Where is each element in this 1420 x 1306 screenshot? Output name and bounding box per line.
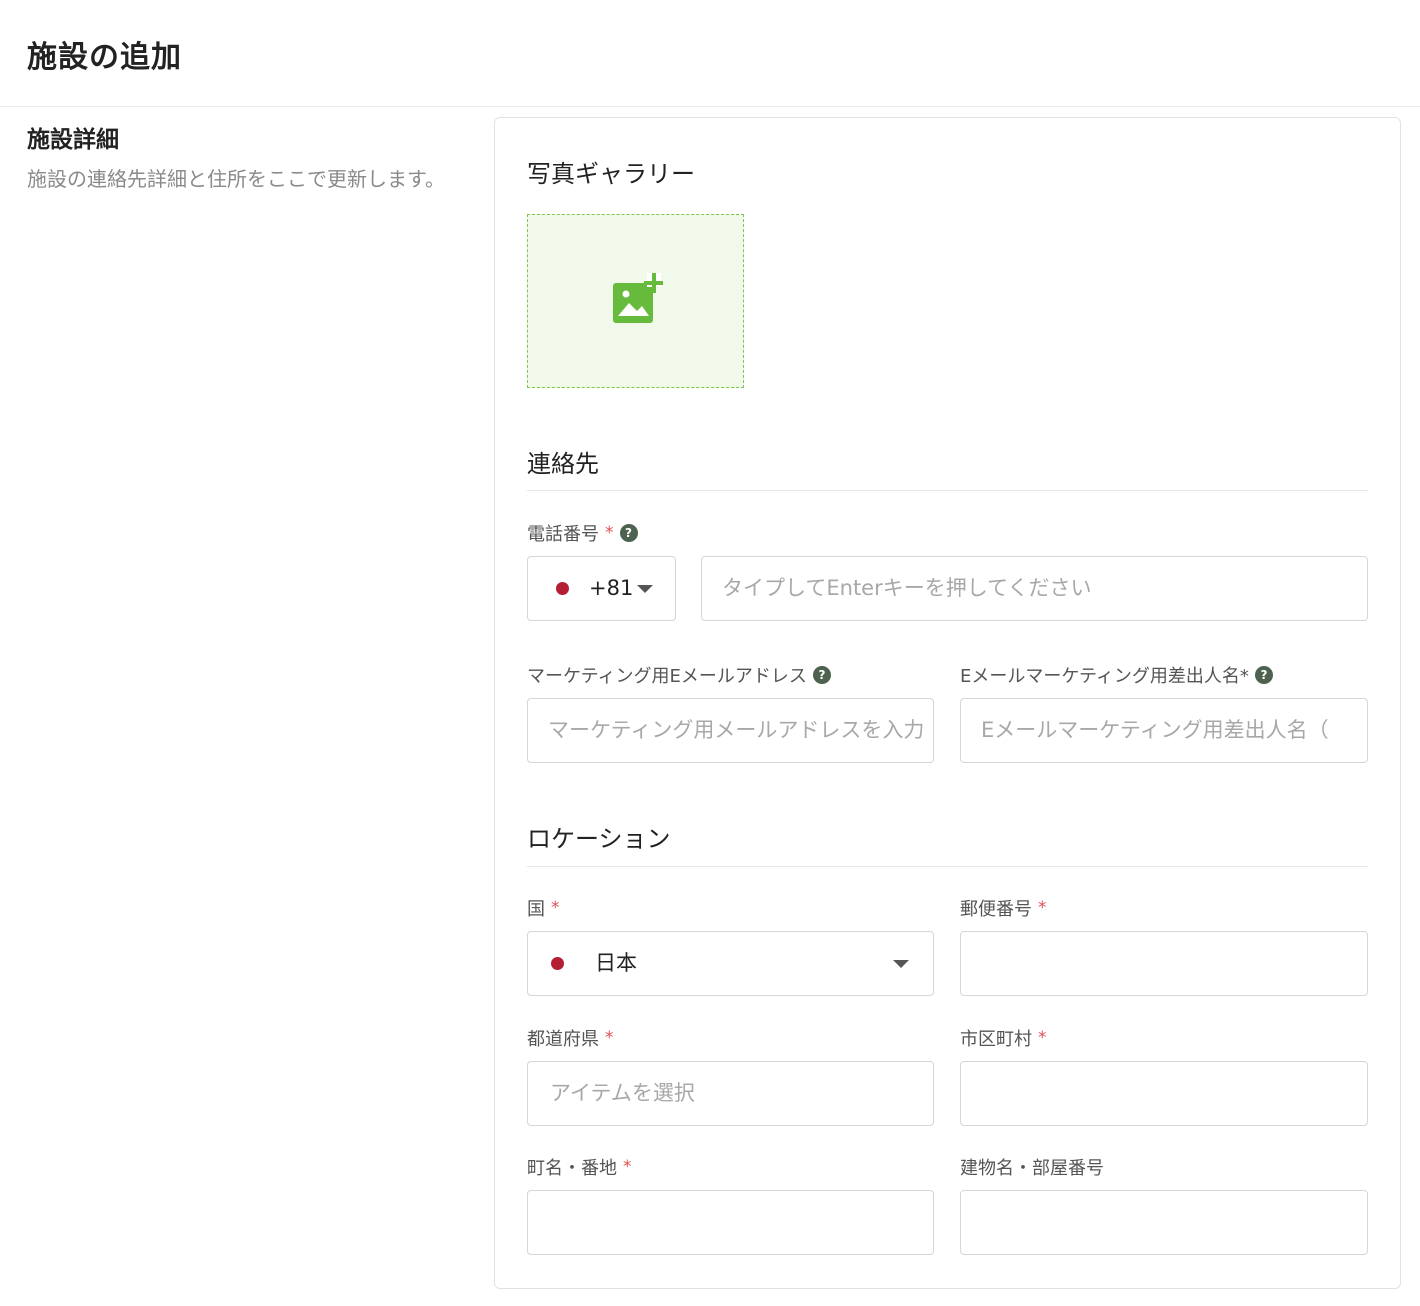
japan-flag-icon bbox=[556, 582, 569, 595]
building-label: 建物名・部屋番号 bbox=[960, 1154, 1104, 1180]
page-header: 施設の追加 bbox=[0, 0, 1420, 107]
required-mark: * bbox=[623, 1157, 632, 1177]
help-icon[interactable]: ? bbox=[1254, 666, 1273, 684]
marketing-email-label: マーケティング用Eメールアドレス ? bbox=[527, 662, 831, 688]
city-label: 市区町村 * bbox=[960, 1025, 1047, 1051]
prefecture-label-text: 都道府県 bbox=[527, 1029, 599, 1050]
phone-input[interactable]: タイプしてEnterキーを押してください bbox=[701, 556, 1368, 621]
divider bbox=[527, 866, 1368, 867]
street-label: 町名・番地 * bbox=[527, 1154, 632, 1180]
contact-section-title: 連絡先 bbox=[527, 450, 599, 478]
section-description: 施設の連絡先詳細と住所をここで更新します。 bbox=[27, 167, 445, 191]
location-section-title: ロケーション bbox=[527, 825, 671, 853]
phone-label-text: 電話番号 bbox=[527, 524, 599, 545]
street-input[interactable] bbox=[527, 1190, 934, 1255]
sender-name-label: Eメールマーケティング用差出人名* ? bbox=[960, 662, 1273, 688]
city-input[interactable] bbox=[960, 1061, 1368, 1126]
add-photo-icon bbox=[613, 273, 663, 323]
marketing-email-input[interactable]: マーケティング用メールアドレスを入力 bbox=[527, 698, 934, 763]
help-icon[interactable]: ? bbox=[619, 524, 638, 542]
required-mark: * bbox=[1038, 898, 1047, 918]
postal-code-label-text: 郵便番号 bbox=[960, 899, 1032, 920]
building-label-text: 建物名・部屋番号 bbox=[960, 1158, 1104, 1179]
prefecture-select[interactable]: アイテムを選択 bbox=[527, 1061, 934, 1126]
country-label-text: 国 bbox=[527, 899, 545, 920]
chevron-down-icon bbox=[893, 960, 909, 968]
gallery-title: 写真ギャラリー bbox=[527, 160, 695, 188]
sender-name-placeholder: Eメールマーケティング用差出人名（ bbox=[981, 718, 1329, 742]
section-heading: 施設詳細 bbox=[27, 127, 119, 153]
postal-code-label: 郵便番号 * bbox=[960, 895, 1047, 921]
sender-name-input[interactable]: Eメールマーケティング用差出人名（ bbox=[960, 698, 1368, 763]
phone-label: 電話番号 * ? bbox=[527, 520, 638, 546]
country-code-select[interactable]: +81 bbox=[527, 556, 676, 621]
postal-code-input[interactable] bbox=[960, 931, 1368, 996]
facility-form-card: 写真ギャラリー 連絡先 電話番号 * ? +81 タイプしてEnterキーを押し… bbox=[494, 117, 1401, 1289]
chevron-down-icon bbox=[637, 585, 653, 593]
required-mark: * bbox=[605, 1028, 614, 1048]
help-icon[interactable]: ? bbox=[812, 666, 831, 684]
required-mark: * bbox=[551, 898, 560, 918]
divider bbox=[527, 490, 1368, 491]
side-panel: 施設詳細 施設の連絡先詳細と住所をここで更新します。 bbox=[27, 120, 467, 197]
required-mark: * bbox=[1038, 1028, 1047, 1048]
country-select[interactable]: 日本 bbox=[527, 931, 934, 996]
japan-flag-icon bbox=[551, 957, 564, 970]
prefecture-placeholder: アイテムを選択 bbox=[550, 1081, 695, 1105]
marketing-email-placeholder: マーケティング用メールアドレスを入力 bbox=[548, 718, 923, 742]
required-mark: * bbox=[605, 523, 614, 543]
city-label-text: 市区町村 bbox=[960, 1029, 1032, 1050]
street-label-text: 町名・番地 bbox=[527, 1158, 617, 1179]
country-code-value: +81 bbox=[589, 576, 634, 600]
building-input[interactable] bbox=[960, 1190, 1368, 1255]
country-label: 国 * bbox=[527, 895, 560, 921]
marketing-email-label-text: マーケティング用Eメールアドレス bbox=[527, 666, 807, 687]
sender-name-label-text: Eメールマーケティング用差出人名* bbox=[960, 666, 1249, 687]
photo-upload-dropzone[interactable] bbox=[527, 214, 744, 388]
page-title: 施設の追加 bbox=[27, 40, 182, 75]
prefecture-label: 都道府県 * bbox=[527, 1025, 614, 1051]
country-value: 日本 bbox=[595, 951, 637, 975]
phone-placeholder: タイプしてEnterキーを押してください bbox=[722, 576, 1092, 600]
